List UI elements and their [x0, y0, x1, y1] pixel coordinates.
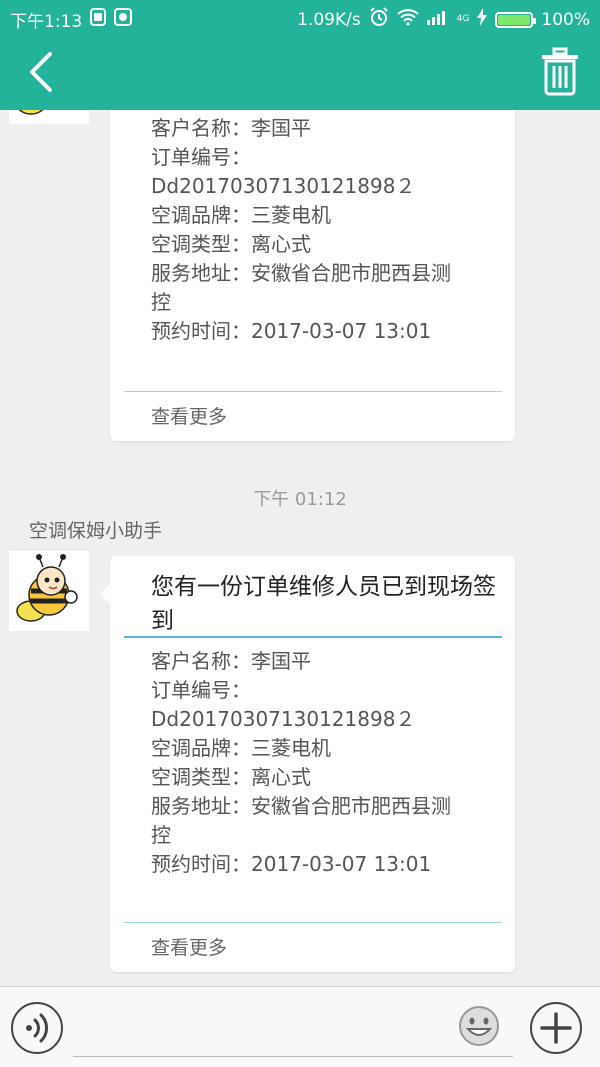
detail-order-label: 订单编号： — [151, 678, 251, 702]
detail-address-cont: 控 — [151, 290, 171, 314]
network-type: 4G — [456, 14, 470, 24]
status-time: 下午1:13 — [10, 12, 83, 32]
message-title: 您有一份订单维修人员已到现场签到 — [151, 574, 496, 634]
charging-icon — [477, 8, 488, 31]
detail-appointment: 预约时间：2017-03-07 13:01 — [151, 319, 432, 343]
order-details: 客户名称：李国平 订单编号： Dd20170307130121898２ 空调品牌… — [151, 114, 496, 346]
trash-icon — [542, 47, 578, 96]
emoji-button[interactable] — [458, 1005, 500, 1047]
wifi-icon — [397, 8, 419, 31]
battery-percent: 100% — [541, 9, 590, 30]
detail-address: 服务地址：安徽省合肥市肥西县测 — [151, 261, 451, 285]
voice-icon — [26, 1013, 48, 1043]
alarm-icon — [369, 7, 389, 32]
detail-customer: 客户名称：李国平 — [151, 116, 311, 140]
detail-type: 空调类型：离心式 — [151, 765, 311, 789]
bee-mascot-icon — [18, 110, 44, 115]
assistant-avatar[interactable] — [9, 110, 89, 124]
network-speed: 1.09K/s — [297, 9, 361, 30]
detail-address-cont: 控 — [151, 823, 171, 847]
voice-button[interactable] — [11, 1002, 63, 1054]
message-card[interactable]: 您有一份订单维修人员已到现场签到 客户名称：李国平 订单编号： Dd201703… — [100, 556, 515, 972]
assistant-avatar[interactable] — [9, 551, 89, 631]
order-details: 客户名称：李国平 订单编号： Dd20170307130121898２ 空调品牌… — [151, 647, 496, 879]
battery-icon — [495, 11, 537, 28]
detail-type: 空调类型：离心式 — [151, 232, 311, 256]
sender-name: 空调保姆小助手 — [29, 520, 163, 542]
more-actions-button[interactable] — [530, 1002, 582, 1054]
signal-icon — [426, 9, 449, 30]
bee-mascot-icon — [16, 554, 78, 622]
app-header — [0, 34, 600, 110]
message-timestamp: 下午 01:12 — [253, 489, 347, 510]
delete-button[interactable] — [540, 46, 580, 96]
message-card[interactable]: 客户名称：李国平 订单编号： Dd20170307130121898２ 空调品牌… — [110, 110, 515, 441]
back-button[interactable] — [18, 48, 66, 96]
divider — [124, 391, 502, 392]
detail-address: 服务地址：安徽省合肥市肥西县测 — [151, 794, 451, 818]
detail-order-number: Dd20170307130121898２ — [151, 707, 416, 731]
chevron-left-icon — [30, 52, 52, 92]
detail-appointment: 预约时间：2017-03-07 13:01 — [151, 852, 432, 876]
detail-order-number: Dd20170307130121898２ — [151, 174, 416, 198]
app-notification-icon-2 — [114, 8, 133, 31]
status-bar: 下午1:13 1.09K/s 4G 100% — [0, 0, 600, 34]
message-input[interactable] — [73, 1001, 513, 1057]
emoji-icon — [459, 1006, 499, 1046]
chat-list[interactable]: 客户名称：李国平 订单编号： Dd20170307130121898２ 空调品牌… — [0, 110, 600, 986]
app-notification-icon — [90, 8, 107, 31]
view-more-link[interactable]: 查看更多 — [151, 933, 227, 960]
bubble-pointer — [100, 584, 110, 604]
detail-brand: 空调品牌：三菱电机 — [151, 203, 331, 227]
title-divider — [124, 636, 502, 638]
view-more-link[interactable]: 查看更多 — [151, 402, 227, 429]
detail-brand: 空调品牌：三菱电机 — [151, 736, 331, 760]
detail-customer: 客户名称：李国平 — [151, 649, 311, 673]
input-bar — [0, 986, 600, 1067]
detail-order-label: 订单编号： — [151, 145, 251, 169]
divider — [124, 922, 502, 923]
plus-icon — [540, 1012, 572, 1044]
